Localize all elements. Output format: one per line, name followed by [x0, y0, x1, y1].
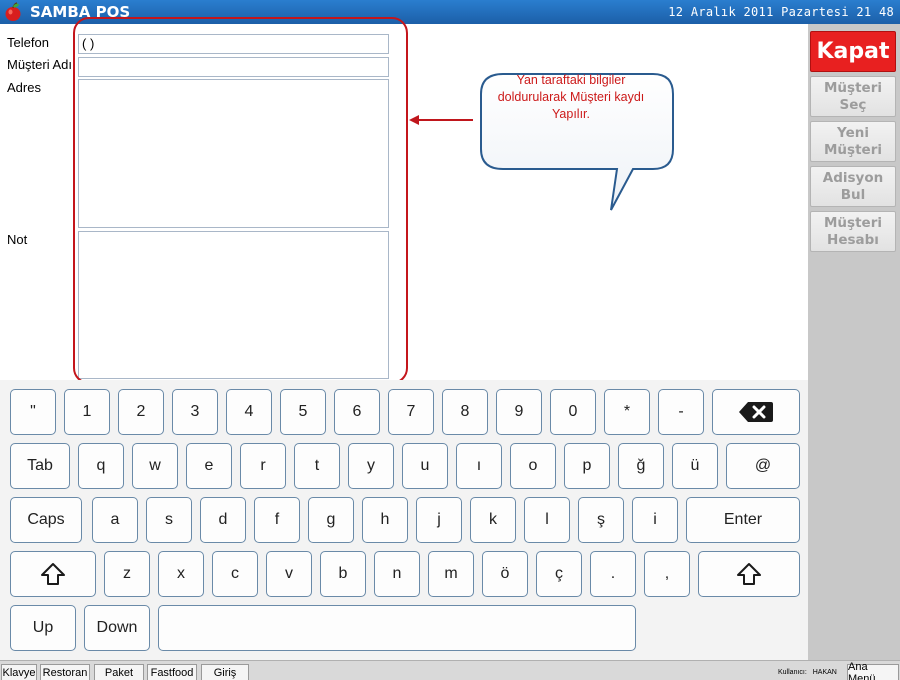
on-screen-keyboard: " 1 2 3 4 5 6 7 8 9 0 * - Tab q w e r t …	[0, 380, 808, 660]
key-n[interactable]: n	[374, 551, 420, 597]
key-p[interactable]: p	[564, 443, 610, 489]
key-dotless-i[interactable]: ı	[456, 443, 502, 489]
key-quote[interactable]: "	[10, 389, 56, 435]
shift-left-key[interactable]	[10, 551, 96, 597]
taskbar-package-button[interactable]: Paket	[94, 664, 144, 680]
user-label: Kullanıcı:	[778, 669, 807, 676]
key-4[interactable]: 4	[226, 389, 272, 435]
key-g[interactable]: g	[308, 497, 354, 543]
backspace-key[interactable]	[712, 389, 800, 435]
select-customer-button[interactable]: Müşteri Seç	[810, 76, 896, 117]
key-at[interactable]: @	[726, 443, 800, 489]
key-1[interactable]: 1	[64, 389, 110, 435]
callout-text: Yan taraftaki bilgiler doldurularak Müşt…	[497, 73, 645, 121]
key-a[interactable]: a	[92, 497, 138, 543]
taskbar: Klavye Restoran Paket Fastfood Giriş Kul…	[0, 660, 900, 680]
user-name: HAKAN	[812, 669, 837, 676]
main-menu-button[interactable]: Ana Menü	[847, 661, 899, 680]
key-r[interactable]: r	[240, 443, 286, 489]
key-m[interactable]: m	[428, 551, 474, 597]
datetime: 12 Aralık 2011 Pazartesi 21 48	[668, 5, 894, 19]
adres-field[interactable]	[78, 79, 389, 228]
key-u-umlaut[interactable]: ü	[672, 443, 718, 489]
key-u[interactable]: u	[402, 443, 448, 489]
telefon-field[interactable]: ( )	[78, 34, 389, 54]
not-field[interactable]	[78, 231, 389, 379]
key-asterisk[interactable]: *	[604, 389, 650, 435]
key-i[interactable]: i	[632, 497, 678, 543]
key-o[interactable]: o	[510, 443, 556, 489]
sidebar: Kapat Müşteri Seç Yeni Müşteri Adisyon B…	[808, 24, 900, 660]
taskbar-keyboard-button[interactable]: Klavye	[1, 664, 37, 680]
key-5[interactable]: 5	[280, 389, 326, 435]
key-c[interactable]: c	[212, 551, 258, 597]
key-t[interactable]: t	[294, 443, 340, 489]
key-space[interactable]	[158, 605, 636, 651]
shift-arrow-icon	[737, 563, 761, 585]
not-label: Not	[7, 232, 28, 247]
apple-logo-icon	[5, 2, 21, 21]
key-b[interactable]: b	[320, 551, 366, 597]
key-l[interactable]: l	[524, 497, 570, 543]
taskbar-fastfood-button[interactable]: Fastfood	[147, 664, 197, 680]
backspace-icon	[739, 402, 773, 422]
key-j[interactable]: j	[416, 497, 462, 543]
telefon-label: Telefon	[7, 35, 49, 50]
user-info: Kullanıcı: HAKAN	[778, 669, 837, 676]
key-7[interactable]: 7	[388, 389, 434, 435]
key-f[interactable]: f	[254, 497, 300, 543]
key-9[interactable]: 9	[496, 389, 542, 435]
key-q[interactable]: q	[78, 443, 124, 489]
key-w[interactable]: w	[132, 443, 178, 489]
key-enter[interactable]: Enter	[686, 497, 800, 543]
key-up[interactable]: Up	[10, 605, 76, 651]
musteri-adi-field[interactable]	[78, 57, 389, 77]
key-comma[interactable]: ,	[644, 551, 690, 597]
key-minus[interactable]: -	[658, 389, 704, 435]
key-v[interactable]: v	[266, 551, 312, 597]
new-customer-button[interactable]: Yeni Müşteri	[810, 121, 896, 162]
shift-arrow-icon	[41, 563, 65, 585]
key-3[interactable]: 3	[172, 389, 218, 435]
taskbar-login-button[interactable]: Giriş	[201, 664, 249, 680]
find-ticket-button[interactable]: Adisyon Bul	[810, 166, 896, 207]
adres-label: Adres	[7, 80, 41, 95]
key-6[interactable]: 6	[334, 389, 380, 435]
key-8[interactable]: 8	[442, 389, 488, 435]
callout-arrow-head	[409, 115, 419, 125]
key-s[interactable]: s	[146, 497, 192, 543]
title-bar: SAMBA POS 12 Aralık 2011 Pazartesi 21 48	[0, 0, 900, 24]
key-x[interactable]: x	[158, 551, 204, 597]
key-h[interactable]: h	[362, 497, 408, 543]
taskbar-restaurant-button[interactable]: Restoran	[40, 664, 90, 680]
key-2[interactable]: 2	[118, 389, 164, 435]
key-z[interactable]: z	[104, 551, 150, 597]
key-0[interactable]: 0	[550, 389, 596, 435]
key-caps[interactable]: Caps	[10, 497, 82, 543]
key-c-cedilla[interactable]: ç	[536, 551, 582, 597]
key-k[interactable]: k	[470, 497, 516, 543]
key-s-cedilla[interactable]: ş	[578, 497, 624, 543]
key-down[interactable]: Down	[84, 605, 150, 651]
key-tab[interactable]: Tab	[10, 443, 70, 489]
key-o-umlaut[interactable]: ö	[482, 551, 528, 597]
close-button[interactable]: Kapat	[810, 31, 896, 72]
key-period[interactable]: .	[590, 551, 636, 597]
key-g-breve[interactable]: ğ	[618, 443, 664, 489]
shift-right-key[interactable]	[698, 551, 800, 597]
customer-account-button[interactable]: Müşteri Hesabı	[810, 211, 896, 252]
key-y[interactable]: y	[348, 443, 394, 489]
customer-form: Telefon ( ) Müşteri Adı Adres Not Yan ta…	[0, 17, 808, 384]
musteri-adi-label: Müşteri Adı	[7, 57, 73, 72]
key-d[interactable]: d	[200, 497, 246, 543]
key-e[interactable]: e	[186, 443, 232, 489]
app-title: SAMBA POS	[30, 3, 131, 21]
